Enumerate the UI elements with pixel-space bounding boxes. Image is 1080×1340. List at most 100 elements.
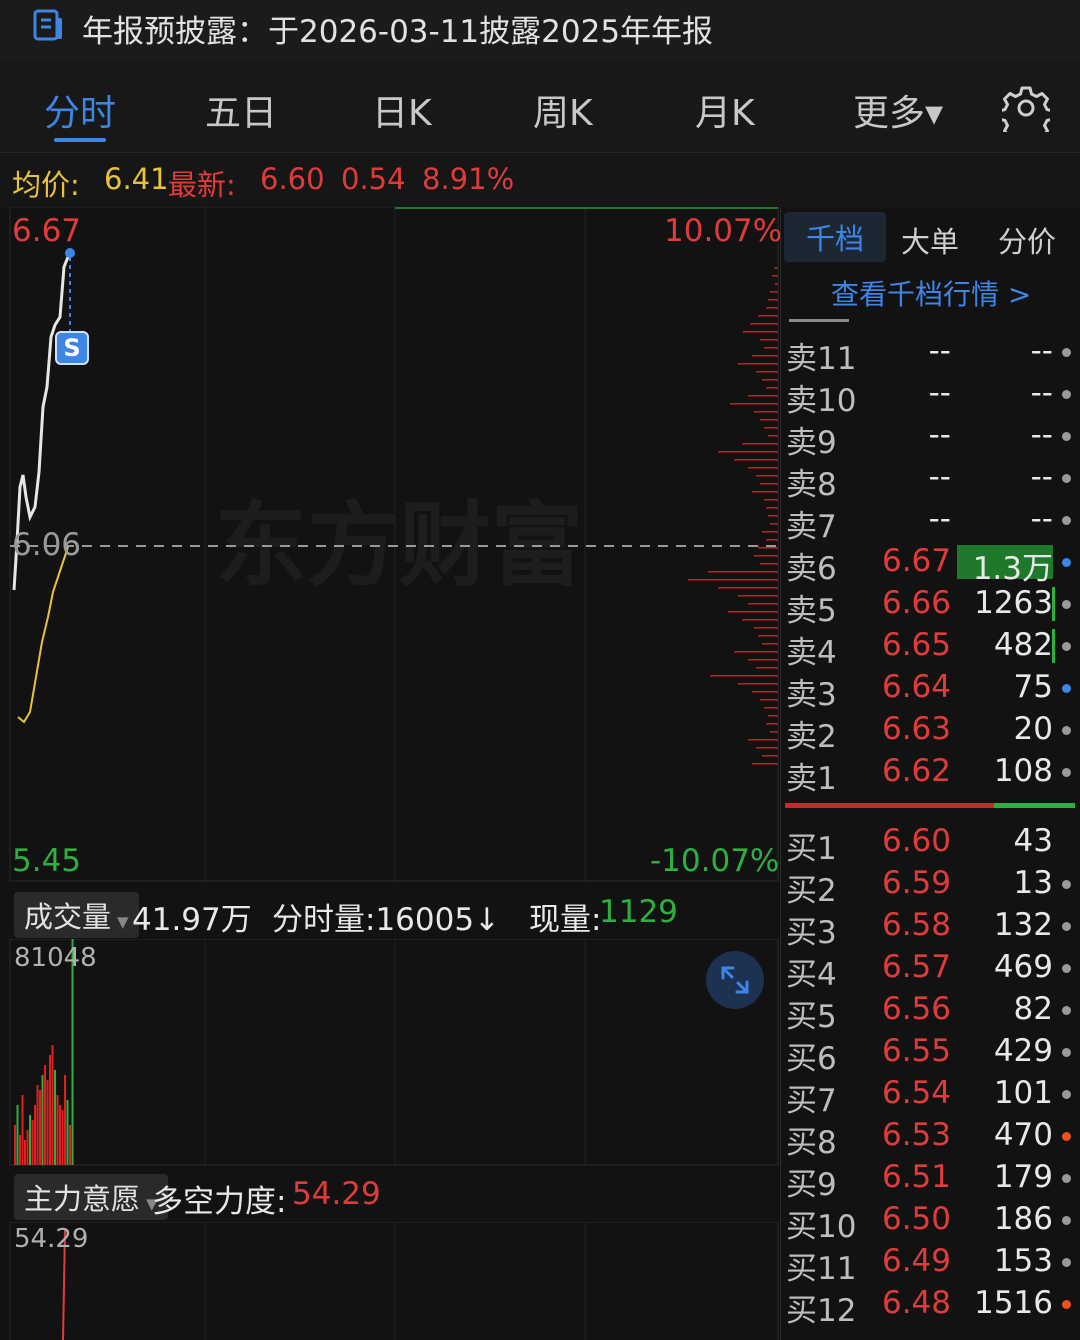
ask-row[interactable]: 卖3 6.64 75 bbox=[781, 667, 1080, 713]
tab-more[interactable]: 更多▾ bbox=[853, 84, 943, 136]
report-icon bbox=[33, 9, 62, 41]
sell-signal-marker[interactable]: S bbox=[55, 331, 89, 365]
depth-bar bbox=[710, 675, 778, 677]
tab-intraday[interactable]: 分时 bbox=[44, 84, 116, 136]
price-change: 0.54 bbox=[341, 162, 406, 196]
ask-volume: -- bbox=[1030, 417, 1053, 453]
tab-big-orders[interactable]: 大单 bbox=[901, 219, 959, 261]
volume-bar bbox=[31, 1120, 34, 1165]
volume-bar bbox=[66, 1100, 69, 1165]
bid-row[interactable]: 买10 6.50 186 bbox=[781, 1199, 1080, 1245]
indicator-selector-force[interactable]: 主力意愿 ▼ bbox=[14, 1174, 168, 1220]
depth-bar bbox=[762, 643, 778, 645]
bid-row[interactable]: 买7 6.54 101 bbox=[781, 1073, 1080, 1119]
ask-row[interactable]: 卖2 6.63 20 bbox=[781, 709, 1080, 755]
volume-bar bbox=[59, 1105, 61, 1165]
ask-row[interactable]: 卖1 6.62 108 bbox=[781, 751, 1080, 797]
intraday-price-chart[interactable]: 东方财富 S 6.67 10.07% 6.06 5.45 -10.07% bbox=[0, 207, 783, 883]
bid-volume: 132 bbox=[993, 907, 1053, 943]
expand-button[interactable] bbox=[706, 951, 764, 1009]
order-status-dot-icon bbox=[1062, 726, 1071, 735]
tab-five-day[interactable]: 五日 bbox=[205, 84, 277, 136]
order-status-dot-icon bbox=[1062, 684, 1071, 693]
bid-level-label: 买5 bbox=[786, 999, 837, 1035]
volume-chart[interactable]: 81048 bbox=[0, 939, 780, 1167]
depth-bar bbox=[718, 587, 778, 589]
depth-bar bbox=[750, 323, 778, 325]
bid-row[interactable]: 买3 6.58 132 bbox=[781, 905, 1080, 951]
depth-bar bbox=[770, 291, 778, 293]
ask-row[interactable]: 卖9 -- -- bbox=[781, 415, 1080, 461]
ask-price: -- bbox=[928, 333, 951, 369]
bid-row[interactable]: 买11 6.49 153 bbox=[781, 1241, 1080, 1287]
announcement-bar[interactable]: 年报预披露：于2026-03-11披露2025年年报 bbox=[0, 0, 1080, 60]
bid-level-label: 买10 bbox=[786, 1209, 857, 1245]
view-depth-link[interactable]: 查看千档行情 > bbox=[831, 273, 1031, 313]
ask-level-label: 卖4 bbox=[786, 635, 837, 671]
bid-row[interactable]: 买4 6.57 469 bbox=[781, 947, 1080, 993]
volume-bar bbox=[36, 1085, 39, 1165]
bid-volume: 82 bbox=[1013, 991, 1053, 1027]
bid-row[interactable]: 买1 6.60 43 bbox=[781, 821, 1080, 867]
ask-price: 6.63 bbox=[881, 711, 951, 747]
ask-row[interactable]: 卖11 -- -- bbox=[781, 331, 1080, 377]
depth-bar bbox=[760, 699, 778, 701]
bid-price: 6.48 bbox=[881, 1285, 951, 1321]
volume-bar bbox=[49, 1055, 51, 1165]
ask-row[interactable]: 卖7 -- -- bbox=[781, 499, 1080, 545]
order-status-dot-icon bbox=[1062, 432, 1071, 441]
volume-bar bbox=[19, 1135, 21, 1165]
bid-volume: 13 bbox=[1013, 865, 1053, 901]
tab-thousand-levels[interactable]: 千档 bbox=[784, 212, 887, 262]
bid-level-label: 买8 bbox=[786, 1125, 837, 1161]
force-chart[interactable]: 54.29 bbox=[0, 1222, 780, 1340]
bid-row[interactable]: 买8 6.53 470 bbox=[781, 1115, 1080, 1161]
price-change-pct: 8.91% bbox=[422, 162, 515, 196]
depth-bar bbox=[762, 755, 778, 757]
price-high-label: 6.67 bbox=[12, 213, 82, 249]
depth-bar bbox=[762, 379, 778, 381]
depth-bar bbox=[758, 547, 778, 549]
indicator-selector-volume[interactable]: 成交量 ▼ bbox=[14, 892, 139, 938]
pct-high-label: 10.07% bbox=[664, 213, 783, 249]
depth-bar bbox=[752, 355, 778, 357]
ask-row[interactable]: 卖6 6.67 1.3万 bbox=[781, 541, 1080, 587]
tab-weekly-k[interactable]: 周K bbox=[533, 84, 593, 136]
force-chart-canvas bbox=[9, 1222, 779, 1340]
bid-row[interactable]: 买12 6.48 1516 bbox=[781, 1283, 1080, 1329]
ask-level-label: 卖5 bbox=[786, 593, 837, 629]
ask-price: 6.62 bbox=[881, 753, 951, 789]
ask-row[interactable]: 卖8 -- -- bbox=[781, 457, 1080, 503]
ask-price: -- bbox=[928, 375, 951, 411]
volume-bar bbox=[61, 1110, 64, 1165]
volume-bar bbox=[44, 1065, 46, 1165]
ask-row[interactable]: 卖5 6.66 1263 bbox=[781, 583, 1080, 629]
order-status-dot-icon bbox=[1062, 1132, 1071, 1141]
ask-level-label: 卖8 bbox=[786, 467, 837, 503]
order-status-dot-icon bbox=[1062, 642, 1071, 651]
bid-row[interactable]: 买9 6.51 179 bbox=[781, 1157, 1080, 1203]
tab-price-distribution[interactable]: 分价 bbox=[998, 219, 1056, 261]
bid-volume: 469 bbox=[993, 949, 1053, 985]
order-status-dot-icon bbox=[1062, 1258, 1071, 1267]
force-header: 主力意愿 ▼ 多空力度: 54.29 bbox=[0, 1170, 780, 1222]
tab-daily-k[interactable]: 日K bbox=[372, 84, 432, 136]
volume-bar bbox=[69, 1125, 71, 1165]
avg-price-value: 6.41 bbox=[104, 162, 169, 196]
depth-bar bbox=[738, 683, 778, 685]
bid-volume: 429 bbox=[993, 1033, 1053, 1069]
depth-bar bbox=[748, 659, 778, 661]
bid-price: 6.54 bbox=[881, 1075, 951, 1111]
ask-row[interactable]: 卖10 -- -- bbox=[781, 373, 1080, 419]
ask-price: 6.65 bbox=[881, 627, 951, 663]
bid-row[interactable]: 买5 6.56 82 bbox=[781, 989, 1080, 1035]
depth-bar bbox=[756, 747, 778, 749]
ask-price: 6.66 bbox=[881, 585, 951, 621]
bid-row[interactable]: 买6 6.55 429 bbox=[781, 1031, 1080, 1077]
order-status-dot-icon bbox=[1062, 964, 1071, 973]
ask-row[interactable]: 卖4 6.65 482 bbox=[781, 625, 1080, 671]
gear-icon[interactable] bbox=[1002, 84, 1050, 132]
tab-monthly-k[interactable]: 月K bbox=[695, 84, 755, 136]
bid-row[interactable]: 买2 6.59 13 bbox=[781, 863, 1080, 909]
bid-price: 6.58 bbox=[881, 907, 951, 943]
